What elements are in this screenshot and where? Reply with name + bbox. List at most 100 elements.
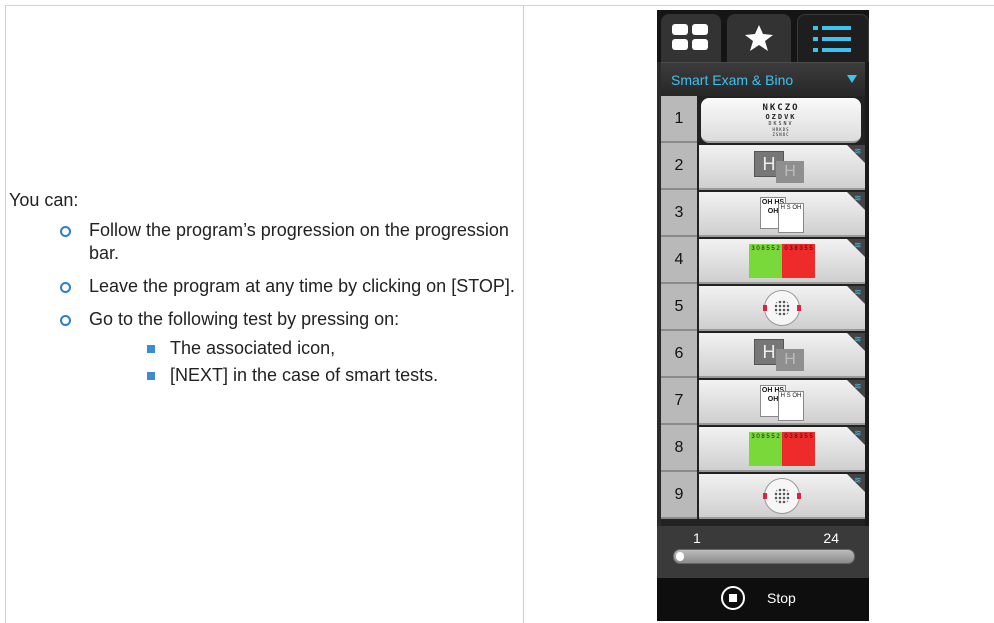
list-item: Go to the following test by pressing on:… [58,308,528,387]
test-number: 5 [661,284,697,331]
test-list: 1 NKCZO OZDVK DKSNV HRKDS ZSNOC 2 ≋ H H [661,96,865,526]
test-row[interactable]: 4 ≋ 3 0 8 5 5 2 0 3 8 3 5 5 [661,237,865,284]
square-bullet-icon [147,345,155,353]
progression-bar: 1 24 [657,526,869,578]
test-card[interactable]: ≋ [699,474,865,519]
red-green-icon: 3 0 8 5 5 2 0 3 8 3 5 5 [749,431,815,466]
stop-button[interactable]: Stop [721,586,811,614]
test-number: 3 [661,190,697,237]
chart-back: H S OH [778,202,804,233]
list-icon [813,26,851,52]
sub-list-item-text: [NEXT] in the case of smart tests. [170,365,439,385]
star-icon [745,25,773,51]
h-cross-icon: H H [750,337,814,373]
list-item-text: Follow the program’s progression on the … [89,220,509,263]
progress-track [673,549,855,564]
test-card[interactable]: ≋ OH HS OH H S OH [699,380,865,425]
test-number: 9 [661,472,697,519]
tab-favorites[interactable] [727,14,791,62]
chart-line: ZSNOC [772,131,790,137]
test-number: 6 [661,331,697,378]
green-half: 3 0 8 5 5 2 [749,431,782,466]
smart-test-icon: ≋ [854,193,862,203]
test-card[interactable]: ≋ 3 0 8 5 5 2 0 3 8 3 5 5 [699,239,865,284]
test-row[interactable]: 8 ≋ 3 0 8 5 5 2 0 3 8 3 5 5 [661,425,865,472]
test-card[interactable]: ≋ H H [699,333,865,378]
instruction-list: Follow the program’s progression on the … [58,219,528,397]
dot-disc-icon [763,477,801,514]
sub-list-item: [NEXT] in the case of smart tests. [141,364,528,387]
h-cross-icon: H H [750,149,814,185]
red-marker [797,304,801,311]
test-card[interactable]: ≋ [699,286,865,331]
smart-test-icon: ≋ [854,240,862,250]
tab-list[interactable] [797,14,869,63]
test-card[interactable]: ≋ H H [699,145,865,190]
h-letter-shadow: H [776,160,804,183]
test-number: 4 [661,237,697,284]
test-row[interactable]: 3 ≋ OH HS OH H S OH [661,190,865,237]
chart-line: OZDVK [765,112,797,121]
tab-bar [657,10,869,63]
smart-test-icon: ≋ [854,381,862,391]
program-select[interactable]: Smart Exam & Bino [661,62,865,97]
test-number: 7 [661,378,697,425]
circle-bullet-icon [60,315,71,326]
test-card[interactable]: ≋ 3 0 8 5 5 2 0 3 8 3 5 5 [699,427,865,472]
list-item: Follow the program’s progression on the … [58,219,528,265]
test-row[interactable]: 7 ≋ OH HS OH H S OH [661,378,865,425]
chart-line: NKCZO [762,102,800,113]
stop-icon [721,586,745,610]
smart-test-icon: ≋ [854,428,862,438]
test-number: 1 [661,96,697,143]
test-row[interactable]: 9 ≋ [661,472,865,519]
test-number: 8 [661,425,697,472]
scroll-edge [865,62,869,526]
tab-grid[interactable] [661,14,721,62]
red-marker [763,492,767,499]
program-panel: Smart Exam & Bino 1 NKCZO OZDVK DKSNV HR… [657,10,869,621]
chevron-down-icon [847,75,857,83]
intro-text: You can: [9,190,79,210]
text-cell: You can: Follow the program’s progressio… [5,5,524,623]
square-bullet-icon [147,372,155,380]
sub-list: The associated icon, [NEXT] in the case … [141,337,528,387]
test-card[interactable]: NKCZO OZDVK DKSNV HRKDS ZSNOC [701,98,861,143]
smart-test-icon: ≋ [854,475,862,485]
circle-bullet-icon [60,282,71,293]
smart-test-icon: ≋ [854,334,862,344]
progress-fill [676,552,684,561]
test-card[interactable]: ≋ OH HS OH H S OH [699,192,865,237]
letter-chart-icon: OH HS OH H S OH [758,195,806,233]
circle-bullet-icon [60,226,71,237]
dot-pattern [774,487,790,504]
grid-icon [672,24,708,50]
red-green-icon: 3 0 8 5 5 2 0 3 8 3 5 5 [749,243,815,278]
chart-back: H S OH [778,390,804,421]
list-item: Leave the program at any time by clickin… [58,275,528,298]
stop-label: Stop [767,590,796,606]
snellen-chart-icon: NKCZO OZDVK DKSNV HRKDS ZSNOC [762,103,799,137]
list-item-text: Go to the following test by pressing on: [89,309,400,329]
list-item-text: Leave the program at any time by clickin… [89,276,515,296]
red-marker [797,492,801,499]
progress-end-label: 24 [823,530,839,546]
sub-list-item-text: The associated icon, [170,338,336,358]
test-row[interactable]: 6 ≋ H H [661,331,865,378]
dot-pattern [774,299,790,316]
test-row[interactable]: 5 ≋ [661,284,865,331]
red-marker [763,304,767,311]
red-half: 0 3 8 3 5 5 [782,431,815,466]
smart-test-icon: ≋ [854,146,862,156]
program-select-value: Smart Exam & Bino [671,72,794,88]
test-row[interactable]: 2 ≋ H H [661,143,865,190]
progress-start-label: 1 [693,530,701,546]
test-number: 2 [661,143,697,190]
h-letter-shadow: H [776,348,804,371]
smart-test-icon: ≋ [854,287,862,297]
stop-bar: Stop [657,578,869,621]
dot-disc-icon [763,289,801,326]
red-half: 0 3 8 3 5 5 [782,243,815,278]
sub-list-item: The associated icon, [141,337,528,360]
test-row[interactable]: 1 NKCZO OZDVK DKSNV HRKDS ZSNOC [661,96,865,143]
